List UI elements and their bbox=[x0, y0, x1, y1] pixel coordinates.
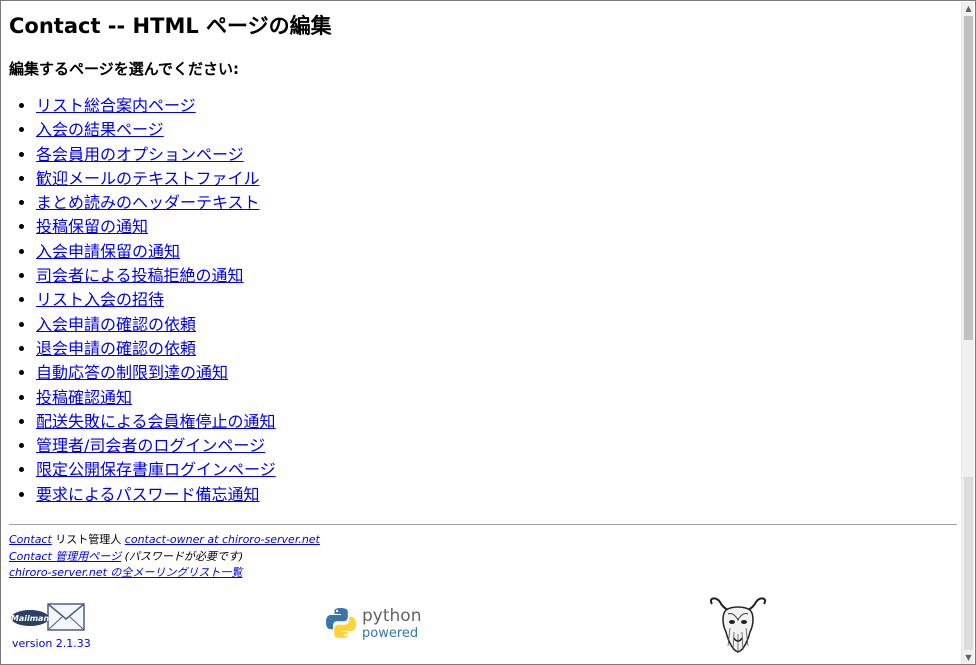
edit-page-link[interactable]: まとめ読みのヘッダーテキスト bbox=[36, 193, 260, 212]
mailman-wordmark: Mailman bbox=[11, 614, 50, 623]
page-subtitle: 編集するページを選んでください: bbox=[9, 60, 239, 78]
edit-page-link[interactable]: 司会者による投稿拒絶の通知 bbox=[36, 266, 244, 285]
scrollbar-track-lower[interactable] bbox=[964, 477, 973, 650]
list-item: 入会申請保留の通知 bbox=[36, 240, 276, 264]
edit-page-link[interactable]: 入会申請の確認の依頼 bbox=[36, 315, 196, 334]
list-item: 投稿確認通知 bbox=[36, 386, 276, 410]
python-wordmark: python bbox=[362, 606, 422, 626]
python-logo-link[interactable]: python powered bbox=[324, 604, 424, 644]
python-powered-label: powered bbox=[362, 626, 419, 641]
edit-page-link[interactable]: 要求によるパスワード備忘通知 bbox=[36, 485, 260, 504]
admin-page-link[interactable]: Contact 管理用ページ bbox=[9, 550, 121, 563]
python-logo-icon bbox=[326, 608, 356, 638]
footer-admin-line: Contact 管理用ページ (パスワードが必要です) bbox=[9, 549, 320, 566]
owner-email-link[interactable]: contact-owner at chiroro-server.net bbox=[125, 533, 320, 546]
page-link-list: リスト総合案内ページ 入会の結果ページ 各会員用のオプションページ 歓迎メールの… bbox=[9, 94, 276, 507]
page-content: Contact -- HTML ページの編集 編集するページを選んでください: … bbox=[2, 2, 962, 664]
list-item: 入会申請の確認の依頼 bbox=[36, 313, 276, 337]
footer-owner-line: Contact リスト管理人 contact-owner at chiroro-… bbox=[9, 532, 320, 549]
edit-page-link[interactable]: 限定公開保存書庫ログインページ bbox=[36, 460, 276, 479]
edit-page-link[interactable]: 退会申請の確認の依頼 bbox=[36, 339, 196, 358]
vertical-scrollbar[interactable]: ▲ ▼ bbox=[961, 2, 974, 664]
footer-lists-line: chiroro-server.net の全メーリングリスト一覧 bbox=[9, 565, 320, 582]
browser-frame: Contact -- HTML ページの編集 編集するページを選んでください: … bbox=[0, 0, 976, 665]
edit-page-link[interactable]: 投稿確認通知 bbox=[36, 388, 132, 407]
list-item: 歓迎メールのテキストファイル bbox=[36, 167, 276, 191]
logo-row: Mailman version 2.1.33 python powered bbox=[2, 594, 962, 654]
gnu-head-icon bbox=[710, 597, 766, 653]
list-item: 配送失敗による会員権停止の通知 bbox=[36, 410, 276, 434]
list-info-link[interactable]: Contact bbox=[9, 533, 52, 546]
scroll-up-arrow-icon[interactable]: ▲ bbox=[962, 2, 975, 15]
list-item: 要求によるパスワード備忘通知 bbox=[36, 483, 276, 507]
footer: Contact リスト管理人 contact-owner at chiroro-… bbox=[9, 532, 320, 582]
scrollbar-thumb[interactable] bbox=[964, 16, 973, 340]
list-item: 自動応答の制限到達の通知 bbox=[36, 361, 276, 385]
edit-page-link[interactable]: 入会の結果ページ bbox=[36, 120, 164, 139]
all-lists-link[interactable]: chiroro-server.net の全メーリングリスト一覧 bbox=[9, 566, 242, 579]
edit-page-link[interactable]: 管理者/司会者のログインページ bbox=[36, 436, 265, 455]
list-item: 管理者/司会者のログインページ bbox=[36, 434, 276, 458]
list-item: 司会者による投稿拒絶の通知 bbox=[36, 264, 276, 288]
mailman-logo-link[interactable]: Mailman version 2.1.33 bbox=[10, 600, 91, 652]
owner-label: リスト管理人 bbox=[51, 533, 125, 546]
edit-page-link[interactable]: 投稿保留の通知 bbox=[36, 217, 148, 236]
page-title: Contact -- HTML ページの編集 bbox=[9, 14, 332, 38]
edit-page-link[interactable]: リスト総合案内ページ bbox=[36, 96, 196, 115]
scroll-down-arrow-icon[interactable]: ▼ bbox=[962, 651, 975, 664]
gnu-logo-link[interactable] bbox=[706, 594, 770, 654]
footer-divider bbox=[9, 524, 957, 525]
edit-page-link[interactable]: 自動応答の制限到達の通知 bbox=[36, 363, 228, 382]
list-item: 限定公開保存書庫ログインページ bbox=[36, 458, 276, 482]
list-item: リスト総合案内ページ bbox=[36, 94, 276, 118]
edit-page-link[interactable]: 各会員用のオプションページ bbox=[36, 145, 244, 164]
list-item: 各会員用のオプションページ bbox=[36, 143, 276, 167]
list-item: 退会申請の確認の依頼 bbox=[36, 337, 276, 361]
mailman-version: version 2.1.33 bbox=[12, 637, 91, 650]
list-item: 投稿保留の通知 bbox=[36, 215, 276, 239]
list-item: リスト入会の招待 bbox=[36, 288, 276, 312]
list-item: 入会の結果ページ bbox=[36, 118, 276, 142]
mailman-envelope-icon: Mailman bbox=[11, 603, 85, 631]
list-item: まとめ読みのヘッダーテキスト bbox=[36, 191, 276, 215]
password-required-note: (パスワードが必要です) bbox=[121, 549, 244, 563]
edit-page-link[interactable]: 歓迎メールのテキストファイル bbox=[36, 169, 260, 188]
edit-page-link[interactable]: 配送失敗による会員権停止の通知 bbox=[36, 412, 276, 431]
edit-page-link[interactable]: 入会申請保留の通知 bbox=[36, 242, 180, 261]
edit-page-link[interactable]: リスト入会の招待 bbox=[36, 290, 164, 309]
